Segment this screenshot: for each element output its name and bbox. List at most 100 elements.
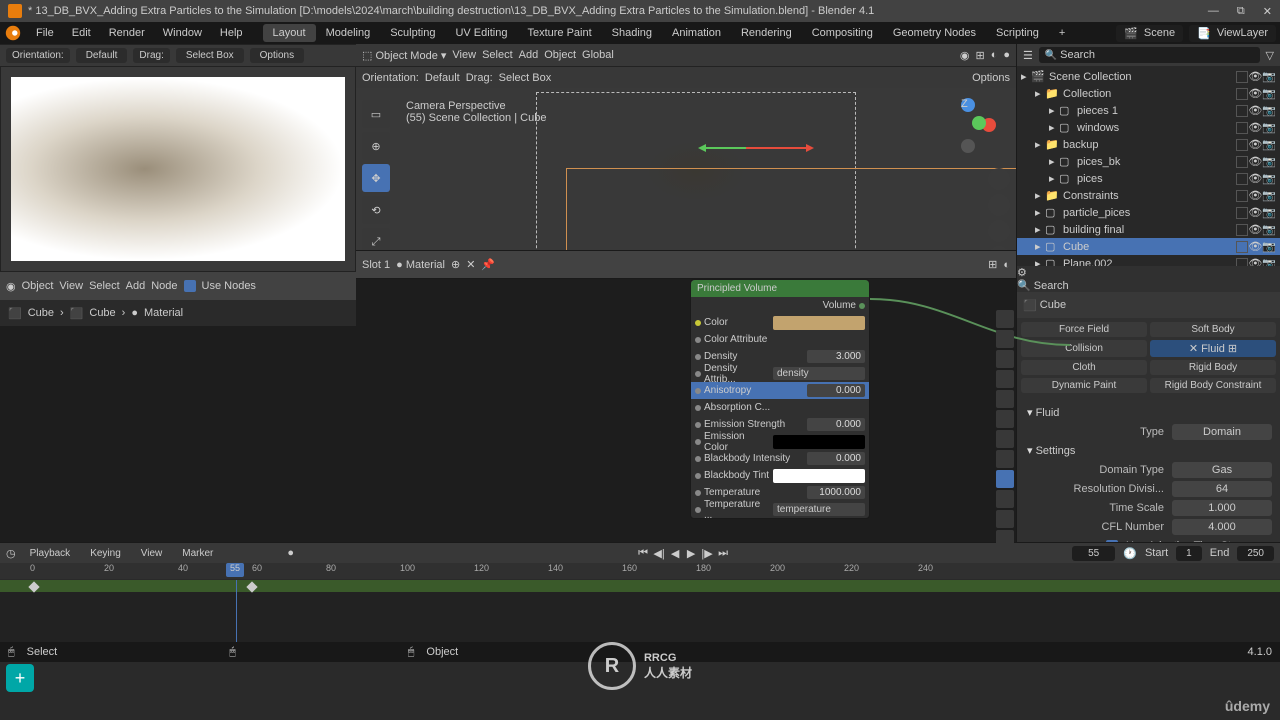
outliner-item-particle_pices[interactable]: ▸▢particle_pices👁📷: [1017, 204, 1280, 221]
resolution-input[interactable]: 64: [1172, 481, 1272, 497]
tab-texture-paint[interactable]: Texture Paint: [517, 24, 601, 42]
tl-view[interactable]: View: [135, 546, 169, 561]
principled-volume-node[interactable]: Principled Volume Volume Color Color Att…: [690, 279, 870, 519]
node-tool-1[interactable]: ⊞: [988, 258, 997, 271]
volume-socket[interactable]: [859, 303, 865, 309]
node-tool-2[interactable]: ◐: [1003, 259, 1010, 271]
domain-type-drop[interactable]: Gas: [1172, 462, 1272, 478]
slot-drop[interactable]: Slot 1: [362, 259, 390, 271]
pin-button[interactable]: 📌: [481, 258, 495, 271]
tl-playback[interactable]: Playback: [24, 546, 77, 561]
ptab-fluid[interactable]: ✕Fluid⊞: [1150, 340, 1276, 357]
ptab-data-icon[interactable]: [996, 510, 1014, 528]
node-view[interactable]: View: [59, 280, 83, 292]
shading-solid[interactable]: ◉: [960, 49, 970, 62]
timeline-ruler[interactable]: 55 020406080100120140160180200220240: [0, 563, 1280, 579]
next-key-icon[interactable]: |▶: [700, 546, 714, 560]
outliner-type-icon[interactable]: ☰: [1023, 49, 1033, 62]
vp-orientation-drop[interactable]: Default: [425, 72, 460, 84]
ptab-modifier-icon[interactable]: [996, 430, 1014, 448]
menu-help[interactable]: Help: [212, 25, 251, 41]
node-editor-center[interactable]: Principled Volume Volume Color Color Att…: [356, 278, 1016, 542]
object-type-drop[interactable]: Object: [22, 280, 54, 292]
sync-icon[interactable]: 🕐: [1123, 547, 1137, 560]
vp-object[interactable]: Object: [544, 49, 576, 61]
ptab-constraint-icon[interactable]: [996, 490, 1014, 508]
vp-drag-drop[interactable]: Select Box: [499, 72, 552, 84]
props-type-icon[interactable]: ⚙: [1017, 267, 1027, 279]
minimize-button[interactable]: —: [1208, 5, 1219, 18]
cfl-input[interactable]: 4.000: [1172, 519, 1272, 535]
end-frame[interactable]: 250: [1237, 546, 1274, 561]
menu-file[interactable]: File: [28, 25, 62, 41]
filter-icon[interactable]: ▽: [1266, 49, 1274, 62]
tab-geometry-nodes[interactable]: Geometry Nodes: [883, 24, 986, 42]
settings-section[interactable]: ▾ Settings: [1021, 441, 1276, 460]
node-node[interactable]: Node: [151, 280, 177, 292]
adaptive-checkbox[interactable]: [1106, 540, 1118, 543]
color-swatch[interactable]: [773, 316, 865, 330]
options-drop[interactable]: Options: [250, 48, 304, 63]
node-canvas-left[interactable]: [0, 326, 356, 542]
fluid-section[interactable]: ▾ Fluid: [1021, 403, 1276, 422]
del-mat-button[interactable]: ✕: [466, 258, 475, 271]
node-select[interactable]: Select: [89, 280, 120, 292]
outliner-item-pices_bk[interactable]: ▸▢pices_bk👁📷: [1017, 153, 1280, 170]
outliner-item-building-final[interactable]: ▸▢building final👁📷: [1017, 221, 1280, 238]
start-frame[interactable]: 1: [1176, 546, 1202, 561]
props-search[interactable]: 🔍 Search: [1017, 279, 1280, 292]
ptab-particle-icon[interactable]: [996, 450, 1014, 468]
outliner-item-constraints[interactable]: ▸📁Constraints👁📷: [1017, 187, 1280, 204]
current-frame[interactable]: 55: [1072, 546, 1115, 561]
ptab-physics-icon[interactable]: [996, 470, 1014, 488]
main-viewport[interactable]: ▭ ⊕ ✥ ⟲ ⤢ ◎ ✎ Camera Perspective (55) Sc…: [356, 88, 1016, 250]
ptab-rbconstraint[interactable]: Rigid Body Constraint: [1150, 378, 1276, 393]
tab-shading[interactable]: Shading: [602, 24, 662, 42]
menu-edit[interactable]: Edit: [64, 25, 99, 41]
ptab-dynamicpaint[interactable]: Dynamic Paint: [1021, 378, 1147, 393]
close-button[interactable]: ✕: [1263, 5, 1272, 18]
timescale-input[interactable]: 1.000: [1172, 500, 1272, 516]
perspective-icon[interactable]: [988, 246, 1010, 250]
tab-sculpting[interactable]: Sculpting: [380, 24, 445, 42]
add-corner-button[interactable]: +: [6, 664, 34, 692]
camera-icon[interactable]: [988, 220, 1010, 242]
shading-mat[interactable]: ◐: [991, 49, 998, 61]
vp-select[interactable]: Select: [482, 49, 513, 61]
tool-scale[interactable]: ⤢: [362, 228, 390, 250]
ptab-rigidbody[interactable]: Rigid Body: [1150, 360, 1276, 375]
shading-wire[interactable]: ⊞: [975, 49, 984, 62]
tool-move[interactable]: ✥: [362, 164, 390, 192]
timeline-track[interactable]: [0, 580, 1280, 642]
ptab-softbody[interactable]: Soft Body: [1150, 322, 1276, 337]
play-icon[interactable]: ▶: [684, 546, 698, 560]
tab-layout[interactable]: Layout: [263, 24, 316, 42]
move-gizmo[interactable]: [696, 138, 816, 158]
tl-editor-icon[interactable]: ◷: [6, 547, 16, 560]
outliner-item-cube[interactable]: ▸▢Cube👁📷: [1017, 238, 1280, 255]
drag-drop[interactable]: Select Box: [176, 48, 244, 63]
outliner-item-collection[interactable]: ▸📁Collection👁📷: [1017, 85, 1280, 102]
vp-options[interactable]: Options: [972, 72, 1010, 84]
outliner-item-plane.002[interactable]: ▸▢Plane.002👁📷: [1017, 255, 1280, 266]
ptab-world-icon[interactable]: [996, 390, 1014, 408]
jump-start-icon[interactable]: ⏮: [636, 546, 650, 560]
tab-rendering[interactable]: Rendering: [731, 24, 802, 42]
play-rev-icon[interactable]: ◀: [668, 546, 682, 560]
tab-compositing[interactable]: Compositing: [802, 24, 883, 42]
outliner-item-pices[interactable]: ▸▢pices👁📷: [1017, 170, 1280, 187]
outliner-item-pieces-1[interactable]: ▸▢pieces 1👁📷: [1017, 102, 1280, 119]
menu-render[interactable]: Render: [101, 25, 153, 41]
outliner-item-windows[interactable]: ▸▢windows👁📷: [1017, 119, 1280, 136]
outliner-search[interactable]: 🔍 Search: [1039, 47, 1260, 63]
axis-gizmo[interactable]: Z: [941, 98, 996, 153]
vp-add[interactable]: Add: [519, 49, 539, 61]
autokey-icon[interactable]: ●: [287, 547, 294, 559]
tool-select[interactable]: ▭: [362, 100, 390, 128]
tab-scripting[interactable]: Scripting: [986, 24, 1049, 42]
ptab-render-icon[interactable]: [996, 310, 1014, 328]
rendered-preview[interactable]: [0, 66, 356, 272]
node-add[interactable]: Add: [126, 280, 146, 292]
ptab-scene-icon[interactable]: [996, 370, 1014, 388]
editor-type-drop[interactable]: ◉: [6, 280, 16, 293]
